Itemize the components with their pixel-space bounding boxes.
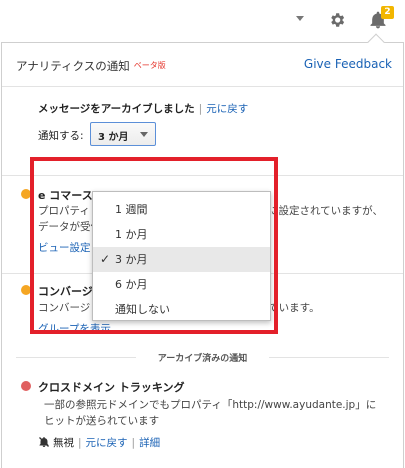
ignore-action[interactable]: 無視 [53, 437, 74, 449]
caret-down-icon[interactable] [296, 16, 304, 21]
notify-label: 通知する: [38, 130, 84, 142]
give-feedback-link[interactable]: Give Feedback [304, 57, 392, 71]
view-settings-link[interactable]: ビュー設定 [38, 240, 91, 255]
panel-header: アナリティクスの通知 ベータ版 Give Feedback [2, 43, 403, 87]
dropdown-option[interactable]: 1 か月 [93, 222, 270, 247]
option-label: 3 か月 [115, 253, 148, 266]
option-label: 6 か月 [115, 278, 148, 291]
archived-section-header: アーカイブ済みの通知 [2, 351, 403, 364]
notify-duration-dropdown: 1 週間 1 か月 ✓ 3 か月 6 か月 通知しない [92, 191, 271, 321]
panel-title-text: アナリティクスの通知 [16, 59, 130, 73]
notify-duration-select[interactable]: 3 か月 [90, 122, 156, 146]
notification-body-line1: 一部の参照元ドメインでもプロパティ「http://www.ayudante.jp… [44, 399, 377, 411]
notification-title: e コマース [38, 189, 93, 202]
dropdown-option-selected[interactable]: ✓ 3 か月 [93, 247, 270, 272]
undo-link[interactable]: 元に戻す [86, 437, 128, 449]
archive-notice-text: メッセージをアーカイブしました [38, 103, 195, 115]
separator: | [78, 437, 82, 449]
notify-selected-value: 3 か月 [98, 132, 129, 143]
warning-icon [21, 285, 31, 295]
option-label: 1 か月 [115, 228, 148, 241]
option-label: 1 週間 [115, 203, 148, 216]
details-link[interactable]: 詳細 [139, 437, 160, 449]
notification-title: クロスドメイン トラッキング [38, 381, 185, 394]
dropdown-option[interactable]: 1 週間 [93, 197, 270, 222]
option-label: 通知しない [115, 303, 170, 316]
separator: | [131, 437, 136, 449]
warning-icon [21, 189, 31, 199]
notifications-panel: アナリティクスの通知 ベータ版 Give Feedback メッセージをアーカイブ… [1, 42, 404, 468]
archived-item-actions: 無視 | 元に戻す | 詳細 [38, 435, 160, 450]
beta-label: ベータ版 [133, 61, 166, 70]
error-icon [21, 381, 31, 391]
dropdown-option[interactable]: 6 か月 [93, 272, 270, 297]
panel-title: アナリティクスの通知 ベータ版 [16, 58, 166, 74]
top-bar: 2 [0, 0, 405, 40]
gear-icon[interactable] [328, 11, 346, 29]
chevron-down-icon [140, 132, 148, 137]
divider [2, 175, 403, 176]
notification-body-line2: ヒットが送られています [44, 415, 160, 427]
undo-archive-link[interactable]: 元に戻す [206, 103, 248, 115]
separator: | [198, 103, 203, 115]
mute-bell-icon [39, 437, 49, 447]
dropdown-option[interactable]: 通知しない [93, 297, 270, 322]
notification-body-line1-tail: に設定されていますが、 [268, 205, 383, 217]
view-group-link[interactable]: グループを表示 [38, 321, 111, 336]
notification-count-badge: 2 [381, 6, 394, 19]
checkmark-icon: ✓ [100, 252, 111, 266]
archive-notice: メッセージをアーカイブしました | 元に戻す [38, 101, 248, 116]
